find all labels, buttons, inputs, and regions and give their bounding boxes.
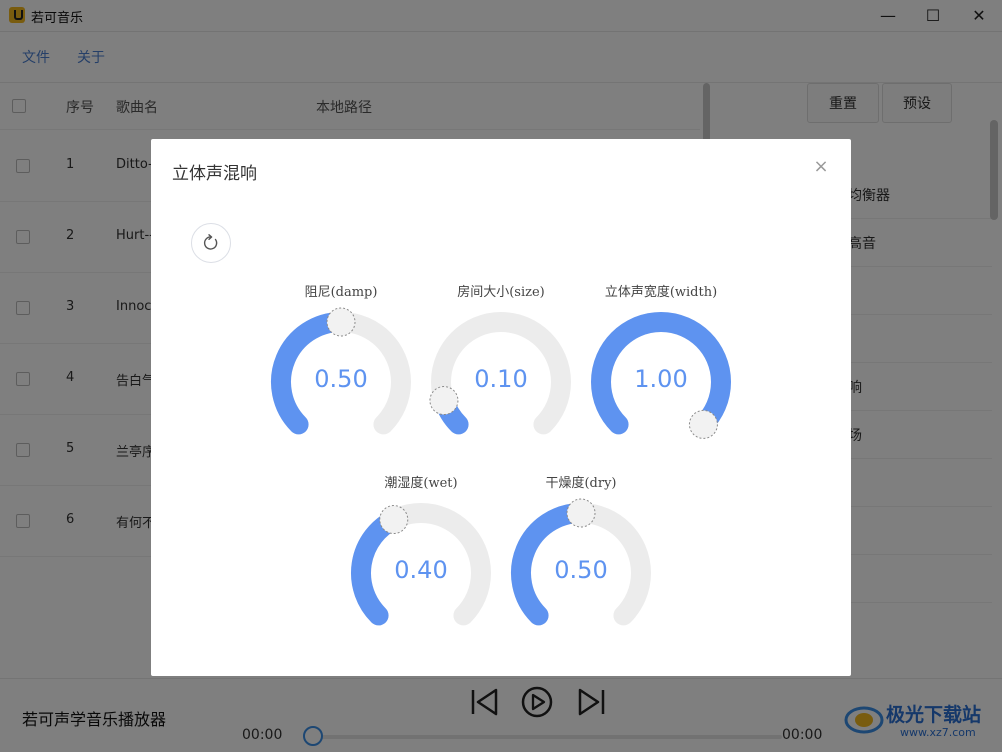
knob-wet[interactable]: 潮湿度(wet) 0.40 (346, 472, 496, 642)
knob-value: 0.50 (554, 556, 608, 584)
knob-value: 1.00 (634, 365, 688, 393)
reverb-dialog: 立体声混响 × 阻尼(damp) 0.50 房间大小(size) 0.10 立体… (151, 139, 851, 676)
knob-label: 干燥度(dry) (545, 476, 617, 491)
knob-handle (688, 409, 718, 439)
knob-damp[interactable]: 阻尼(damp) 0.50 (266, 281, 416, 451)
knob-label: 立体声宽度(width) (604, 285, 718, 300)
knob-dry[interactable]: 干燥度(dry) 0.50 (506, 472, 656, 642)
knob-handle (379, 505, 409, 535)
knob-value: 0.40 (394, 556, 448, 584)
knob-handle (566, 498, 596, 528)
knob-value: 0.10 (474, 365, 528, 393)
reset-knobs-button[interactable] (191, 223, 231, 263)
knob-value: 0.50 (314, 365, 368, 393)
knob-size[interactable]: 房间大小(size) 0.10 (426, 281, 576, 451)
refresh-icon (203, 234, 218, 250)
knob-handle (326, 307, 356, 337)
dialog-close-button[interactable]: × (813, 158, 829, 176)
dialog-title: 立体声混响 (172, 164, 257, 184)
knob-width[interactable]: 立体声宽度(width) 1.00 (586, 281, 736, 451)
